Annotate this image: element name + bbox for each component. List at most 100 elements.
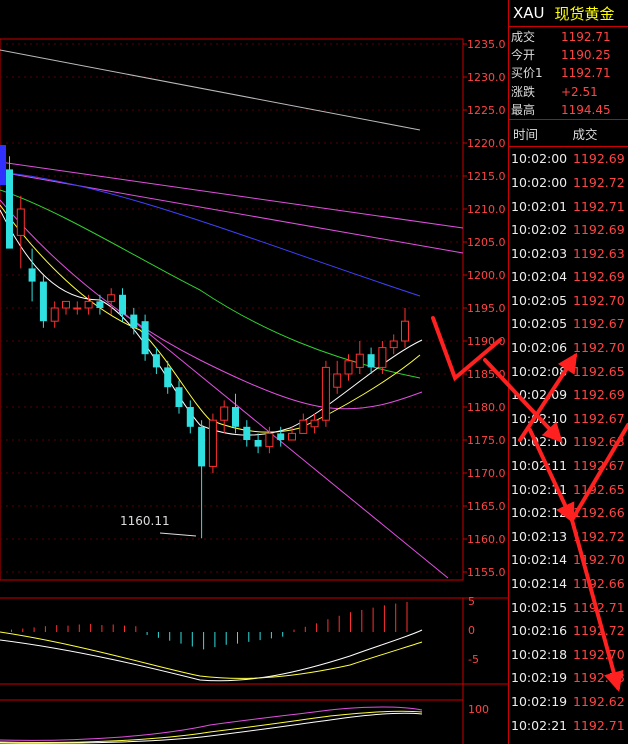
price-axis-label: 1230.0	[467, 71, 506, 84]
candle-body	[265, 432, 274, 448]
tick-price: 1192.72	[573, 528, 625, 544]
tick-row[interactable]: 10:02:08 1192.65	[509, 359, 628, 383]
candle-body	[119, 294, 126, 315]
tick-row[interactable]: 10:02:01 1192.71	[509, 194, 628, 218]
candle-body	[355, 353, 364, 368]
tick-time: 10:02:04	[511, 269, 568, 285]
price-axis-label: 1175.0	[467, 434, 506, 447]
tick-row[interactable]: 10:02:13 1192.72	[509, 525, 628, 549]
candle-body	[28, 268, 36, 282]
tick-price: 1192.66	[573, 505, 625, 521]
ticks-header: 时间 成交	[509, 119, 628, 148]
tick-row[interactable]: 10:02:19 1192.62	[509, 690, 628, 714]
quote-row: 最高 1194.45	[511, 101, 628, 119]
quote-row: 买价1 1192.71	[511, 64, 628, 82]
tick-time: 10:02:08	[511, 363, 568, 379]
price-axis-label: 1235.0	[467, 38, 506, 51]
tick-time: 10:02:16	[511, 623, 568, 639]
candle-body	[299, 419, 308, 434]
candle-body	[232, 407, 239, 427]
price-axis-label: 1185.0	[467, 368, 506, 381]
macd-lines	[0, 629, 423, 682]
tick-row[interactable]: 10:02:00 1192.69	[509, 147, 628, 171]
tick-row[interactable]: 10:02:12 1192.66	[509, 501, 628, 525]
price-axis-label: 1190.0	[467, 335, 506, 348]
tick-row[interactable]: 10:02:00 1192.72	[509, 171, 628, 195]
price-axis-label: 1195.0	[467, 302, 506, 315]
macd-axis: 5 0 -5	[468, 595, 479, 666]
tick-row[interactable]: 10:02:14 1192.70	[509, 548, 628, 572]
quote-row: 今开 1190.25	[511, 46, 628, 64]
tick-time: 10:02:11	[511, 481, 568, 497]
candle-body	[310, 419, 319, 428]
tick-row[interactable]: 10:02:11 1192.67	[509, 454, 628, 478]
candle-body	[333, 373, 342, 388]
price-axis-label: 1220.0	[467, 137, 506, 150]
tick-price: 1192.71	[573, 198, 625, 214]
tick-time: 10:02:13	[511, 528, 568, 544]
tick-price: 1192.70	[573, 292, 625, 308]
candle-body	[84, 300, 93, 309]
tick-row[interactable]: 10:02:04 1192.69	[509, 265, 628, 289]
price-axis-label: 1225.0	[467, 104, 506, 117]
tick-row[interactable]: 10:02:15 1192.71	[509, 595, 628, 619]
tick-time: 10:02:02	[511, 222, 568, 238]
tick-row[interactable]: 10:02:21 1192.71	[509, 713, 628, 737]
tick-row[interactable]: 10:02:05 1192.70	[509, 289, 628, 313]
tick-row[interactable]: 10:02:19 1192.78	[509, 666, 628, 690]
candle-body	[288, 432, 296, 441]
candle-body	[254, 440, 262, 447]
price-axis-label: 1160.0	[467, 533, 506, 546]
time-column-header: 时间	[513, 126, 539, 142]
macd-axis-label: 5	[468, 595, 475, 608]
tick-price: 1192.66	[573, 576, 625, 591]
candle-body	[243, 426, 251, 440]
price-axis-label: 1170.0	[467, 467, 506, 480]
instrument-name: 现货黄金	[554, 4, 615, 23]
macd-axis-label: -5	[468, 653, 479, 666]
tick-price: 1192.70	[573, 646, 625, 662]
symbol-code: XAU	[513, 4, 545, 22]
candle-body	[141, 321, 149, 355]
tick-time: 10:02:14	[511, 552, 568, 568]
tick-row[interactable]: 10:02:11 1192.65	[509, 477, 628, 501]
candle-body	[175, 387, 183, 407]
candle-body	[277, 433, 285, 440]
tick-time: 10:02:19	[511, 670, 568, 686]
tick-price: 1192.69	[573, 151, 625, 167]
candle-body	[152, 354, 160, 368]
kdj-axis-label: 100	[468, 703, 489, 716]
tick-price: 1192.63	[573, 245, 625, 261]
price-axis-label: 1205.0	[467, 236, 506, 249]
tick-row[interactable]: 10:02:03 1192.63	[509, 241, 628, 265]
tick-price: 1192.67	[573, 316, 625, 332]
quote-row: 涨跌 +2.51	[511, 83, 628, 101]
tick-row[interactable]: 10:02:10 1192.63	[509, 430, 628, 454]
tick-row[interactable]: 10:02:05 1192.67	[509, 312, 628, 336]
candle-body	[378, 347, 387, 368]
tick-row[interactable]: 10:02:10 1192.67	[509, 407, 628, 431]
tick-row[interactable]: 10:02:09 1192.69	[509, 383, 628, 407]
candle-body	[39, 281, 47, 322]
tick-row[interactable]: 10:02:06 1192.70	[509, 336, 628, 360]
quote-value: 1192.71	[561, 66, 611, 81]
quote-panel: XAU 现货黄金 成交 1192.71 今开 1190.25 买价1 1192.71 …	[508, 0, 628, 744]
macd-axis-label: 0	[468, 624, 475, 637]
tick-time: 10:02:00	[511, 174, 568, 190]
tick-row[interactable]: 10:02:14 1192.66	[509, 572, 628, 596]
tick-row[interactable]: 10:02:16 1192.72	[509, 619, 628, 643]
candle-body	[220, 406, 229, 421]
quote-value: 1194.45	[561, 102, 611, 117]
candlestick-chart[interactable]: 1235.0 1230.0 1225.0 1220.0 1215.0 1210.0 1205…	[0, 0, 508, 744]
tick-row[interactable]: 10:02:18 1192.70	[509, 642, 628, 666]
tick-time: 10:02:01	[511, 198, 568, 214]
candle-body	[96, 301, 104, 308]
tick-time: 10:02:15	[511, 599, 568, 615]
tick-list[interactable]: 10:02:00 1192.69 10:02:00 1192.72 10:02:01 11…	[509, 147, 628, 737]
tick-time: 10:02:12	[511, 505, 568, 521]
price-axis-label: 1165.0	[467, 500, 506, 513]
price-axis-label: 1215.0	[467, 170, 506, 183]
price-axis-label: 1180.0	[467, 401, 506, 414]
tick-row[interactable]: 10:02:02 1192.69	[509, 218, 628, 242]
candle-body	[16, 208, 25, 236]
